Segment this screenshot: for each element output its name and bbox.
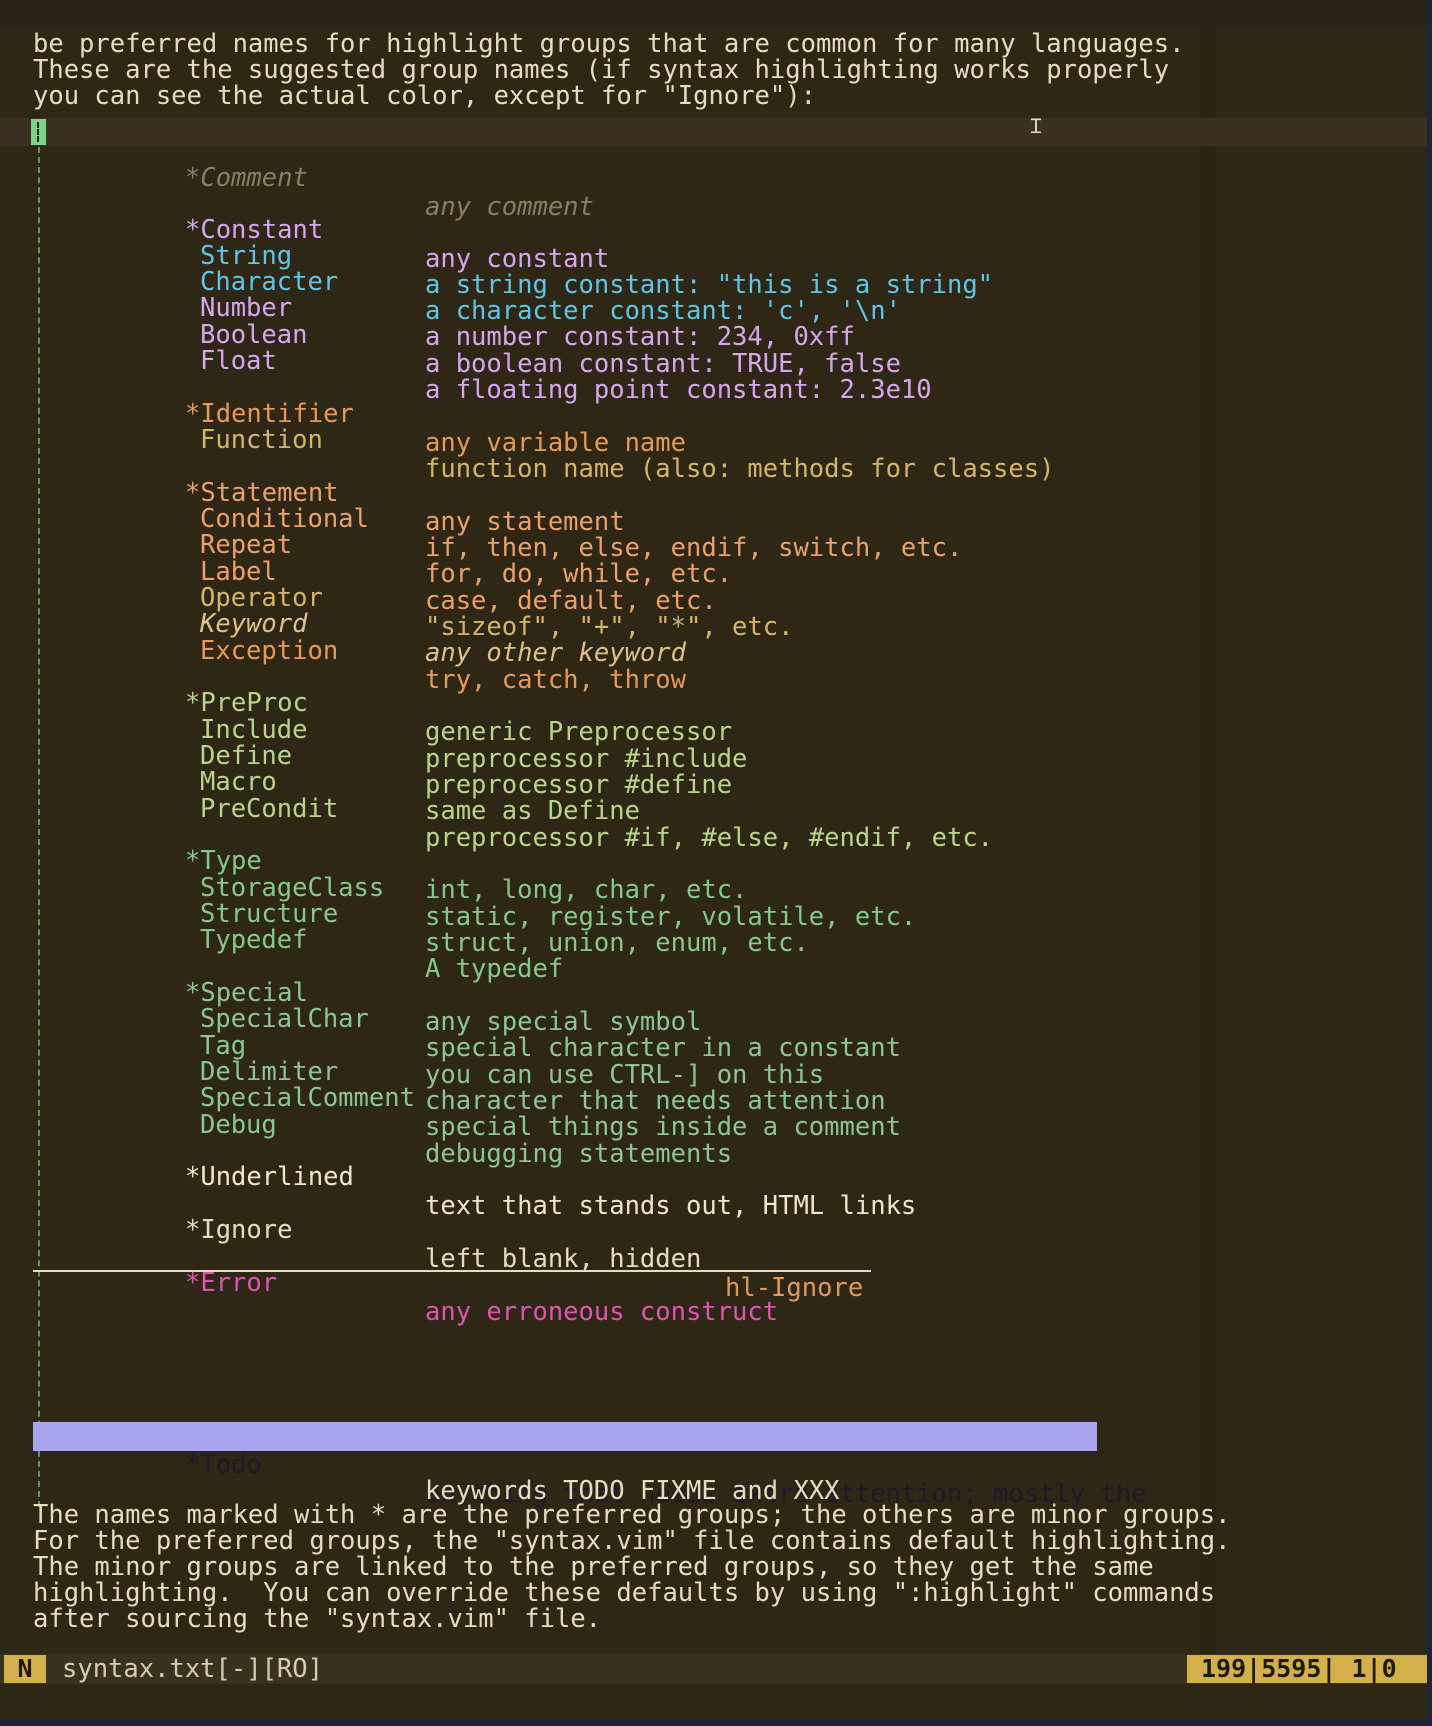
- group-desc: debugging statements: [425, 1139, 733, 1169]
- group-row-error: *Error any erroneous construct: [33, 1240, 778, 1327]
- window-top-bar: [0, 0, 1427, 29]
- group-desc: a number constant: 234, 0xff: [425, 322, 855, 352]
- group-desc: special things inside a comment: [425, 1112, 901, 1142]
- mode-indicator: N: [4, 1655, 46, 1683]
- group-row-specialchar: SpecialChar special character in a const…: [33, 976, 901, 1063]
- group-desc: same as Define: [425, 796, 640, 826]
- group-row-comment: *Comment any comment: [33, 135, 594, 222]
- group-name: *Todo: [185, 1450, 262, 1480]
- group-desc: any comment: [425, 192, 594, 222]
- group-row-float: Float a floating point constant: 2.3e10: [33, 318, 932, 405]
- group-desc: for, do, while, etc.: [425, 559, 733, 589]
- group-row-specialcomment: SpecialComment special things inside a c…: [33, 1055, 901, 1142]
- group-row-identifier: *Identifier any variable name: [33, 371, 686, 458]
- outro-line-5: after sourcing the "syntax.vim" file.: [33, 1604, 602, 1634]
- group-row-precondit: PreCondit preprocessor #if, #else, #endi…: [33, 766, 993, 853]
- group-row-storageclass: StorageClass static, register, volatile,…: [33, 845, 916, 932]
- group-name: *Ignore: [185, 1215, 293, 1245]
- group-desc: int, long, char, etc.: [425, 875, 748, 905]
- group-row-todo-cont: keywords TODO FIXME and XXX: [33, 1448, 840, 1506]
- group-row-include: Include preprocessor #include: [33, 687, 747, 774]
- group-row-string: String a string constant: "this is a str…: [33, 213, 993, 300]
- group-row-tag: Tag you can use CTRL-] on this: [33, 1003, 824, 1090]
- group-row-number: Number a number constant: 234, 0xff: [33, 265, 855, 352]
- right-pane[interactable]: [1215, 28, 1427, 1654]
- group-row-type: *Type int, long, char, etc.: [33, 818, 747, 905]
- group-row-repeat: Repeat for, do, while, etc.: [33, 502, 732, 589]
- group-desc: left blank, hidden: [425, 1244, 702, 1274]
- group-row-special: *Special any special symbol: [33, 950, 701, 1037]
- intro-line-3: you can see the actual color, except for…: [33, 81, 816, 111]
- group-desc: generic Preprocessor: [425, 717, 733, 747]
- group-name: *Comment: [185, 163, 308, 193]
- group-name: *Type: [185, 846, 262, 876]
- group-row-structure: Structure struct, union, enum, etc.: [33, 871, 809, 958]
- vim-window: be preferred names for highlight groups …: [0, 0, 1427, 1720]
- group-row-underlined: *Underlined text that stands out, HTML l…: [33, 1134, 916, 1221]
- group-desc: special character in a constant: [425, 1033, 901, 1063]
- group-row-statement: *Statement any statement: [33, 450, 625, 537]
- group-name: Macro: [200, 767, 277, 797]
- group-row-operator: Operator "sizeof", "+", "*", etc.: [33, 555, 793, 642]
- group-name: PreCondit: [200, 794, 339, 824]
- mouse-ibeam-icon: Ｉ: [1026, 114, 1046, 138]
- group-row-function: Function function name (also: methods fo…: [33, 397, 1054, 484]
- group-desc: any other keyword: [425, 638, 686, 668]
- group-name: Keyword: [200, 609, 308, 639]
- group-name: *Underlined: [185, 1162, 354, 1192]
- group-row-preproc: *PreProc generic Preprocessor: [33, 660, 732, 747]
- group-name: SpecialChar: [200, 1004, 369, 1034]
- group-name: SpecialComment: [200, 1083, 415, 1113]
- group-row-label: Label case, default, etc.: [33, 529, 717, 616]
- group-name: *Error: [185, 1268, 278, 1298]
- group-name: *PreProc: [185, 688, 308, 718]
- group-name: Float: [200, 346, 277, 376]
- group-name: Repeat: [200, 530, 293, 560]
- group-row-define: Define preprocessor #define: [33, 713, 732, 800]
- group-desc: any erroneous construct: [425, 1297, 779, 1327]
- group-row-character: Character a character constant: 'c', '\n…: [33, 239, 901, 326]
- app-frame: be preferred names for highlight groups …: [0, 0, 1432, 1726]
- group-desc: preprocessor #if, #else, #endif, etc.: [425, 823, 994, 853]
- status-filename: syntax.txt[-][RO]: [62, 1654, 323, 1684]
- group-row-delimiter: Delimiter character that needs attention: [33, 1029, 886, 1116]
- group-desc: try, catch, throw: [425, 665, 686, 695]
- group-row-debug: Debug debugging statements: [33, 1082, 732, 1169]
- command-line[interactable]: [0, 1684, 1427, 1720]
- todo-highlight: [33, 1422, 1097, 1451]
- group-desc: a floating point constant: 2.3e10: [425, 375, 932, 405]
- group-desc: text that stands out, HTML links: [425, 1191, 917, 1221]
- cursor-position: 199|5595| 1|0: [1187, 1655, 1427, 1683]
- group-row-conditional: Conditional if, then, else, endif, switc…: [33, 476, 962, 563]
- group-name: Debug: [200, 1110, 277, 1140]
- vertical-split-bar[interactable]: [1200, 28, 1215, 1654]
- group-row-todo: *Todo anything that needs extra attentio…: [33, 1422, 1147, 1509]
- group-row-keyword: Keyword any other keyword: [33, 581, 686, 668]
- group-desc: A typedef: [425, 954, 564, 984]
- group-row-exception: Exception try, catch, throw: [33, 608, 686, 695]
- group-row-ignore: *Ignore left blank, hidden hl-Ignore: [33, 1187, 863, 1303]
- group-name: Number: [200, 293, 293, 323]
- cursor-line-highlight: [0, 118, 1427, 146]
- group-desc: function name (also: methods for classes…: [425, 454, 1055, 484]
- group-row-constant: *Constant any constant: [33, 187, 609, 274]
- group-row-typedef: Typedef A typedef: [33, 897, 563, 984]
- group-name: Typedef: [200, 925, 308, 955]
- group-row-boolean: Boolean a boolean constant: TRUE, false: [33, 292, 901, 379]
- group-row-macro: Macro same as Define: [33, 739, 640, 826]
- group-name: Exception: [200, 636, 339, 666]
- group-name: Function: [200, 425, 323, 455]
